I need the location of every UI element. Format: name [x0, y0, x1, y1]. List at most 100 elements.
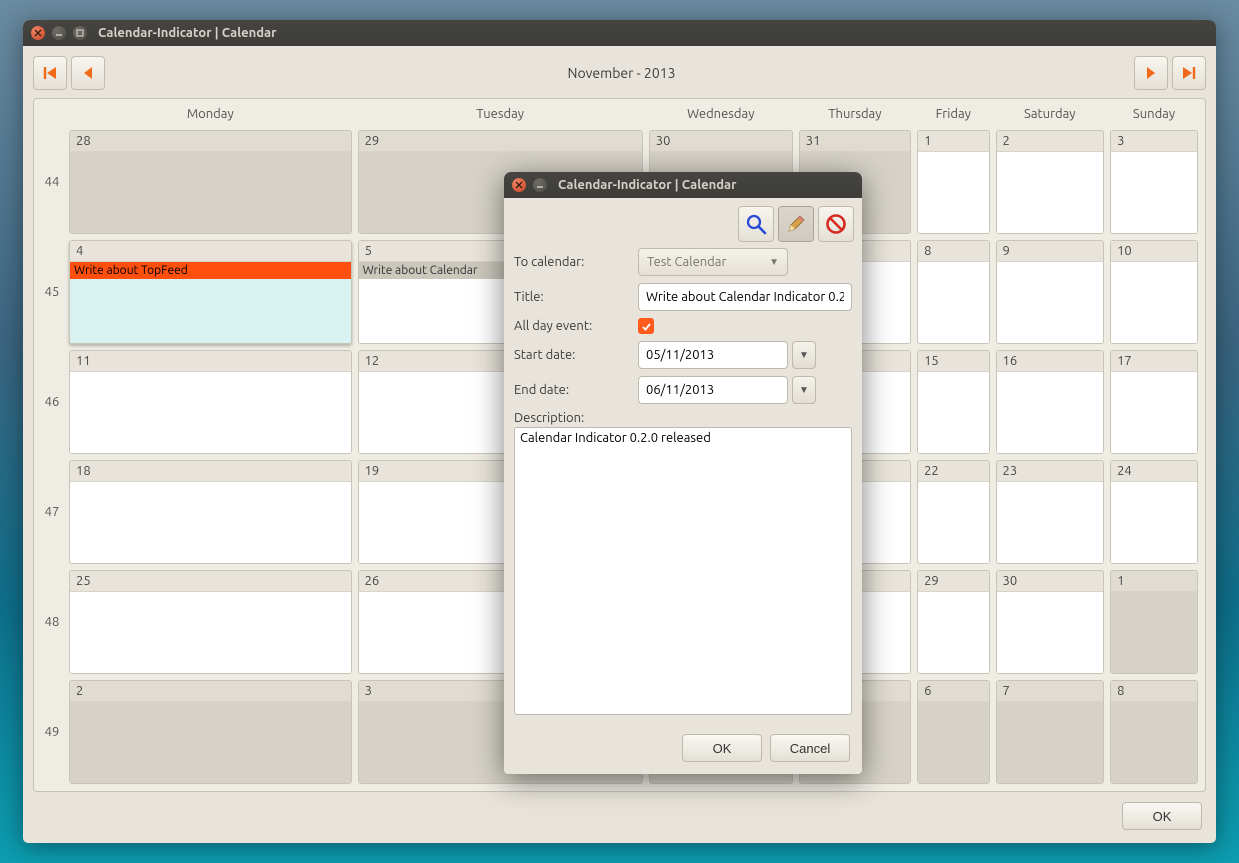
day-number: 8	[1111, 681, 1197, 702]
day-number: 30	[650, 131, 792, 152]
day-cell[interactable]: 1	[1110, 570, 1198, 674]
week-number: 46	[38, 347, 66, 457]
end-date-picker-button[interactable]: ▼	[792, 376, 816, 404]
day-cell[interactable]: 6	[917, 680, 989, 784]
delete-button[interactable]	[818, 206, 854, 242]
day-number: 3	[1111, 131, 1197, 152]
day-cell[interactable]: 1	[917, 130, 989, 234]
minimize-icon[interactable]	[52, 26, 66, 40]
to-calendar-label: To calendar:	[514, 255, 626, 269]
edit-button[interactable]	[778, 206, 814, 242]
week-number: 47	[38, 457, 66, 567]
day-cell[interactable]: 3	[1110, 130, 1198, 234]
day-cell[interactable]: 30	[996, 570, 1105, 674]
nav-next-button[interactable]	[1134, 56, 1168, 90]
minimize-icon[interactable]	[533, 178, 547, 192]
day-cell[interactable]: 16	[996, 350, 1105, 454]
calendar-select[interactable]: Test Calendar ▼	[638, 248, 788, 276]
description-textarea[interactable]	[514, 427, 852, 715]
nav-last-button[interactable]	[1172, 56, 1206, 90]
day-number: 8	[918, 241, 988, 262]
day-header: Monday	[66, 103, 355, 127]
day-number: 9	[997, 241, 1104, 262]
day-number: 29	[359, 131, 642, 152]
day-number: 30	[997, 571, 1104, 592]
day-cell[interactable]: 18	[69, 460, 352, 564]
day-cell[interactable]: 7	[996, 680, 1105, 784]
nav-toolbar: November - 2013	[33, 52, 1206, 94]
week-number: 44	[38, 127, 66, 237]
week-number: 48	[38, 567, 66, 677]
main-ok-button[interactable]: OK	[1122, 802, 1202, 830]
day-cell[interactable]: 17	[1110, 350, 1198, 454]
day-cell[interactable]: 23	[996, 460, 1105, 564]
end-date-label: End date:	[514, 383, 626, 397]
day-number: 11	[70, 351, 351, 372]
dialog-cancel-button[interactable]: Cancel	[770, 734, 850, 762]
day-number: 16	[997, 351, 1104, 372]
day-number: 31	[800, 131, 910, 152]
description-label: Description:	[514, 411, 852, 425]
close-icon[interactable]	[512, 178, 526, 192]
day-header: Thursday	[796, 103, 914, 127]
event-form: To calendar: Test Calendar ▼ Title: All …	[504, 248, 862, 724]
day-number: 25	[70, 571, 351, 592]
week-number: 49	[38, 677, 66, 787]
close-icon[interactable]	[31, 26, 45, 40]
day-number: 18	[70, 461, 351, 482]
day-cell[interactable]: 2	[996, 130, 1105, 234]
start-date-picker-button[interactable]: ▼	[792, 341, 816, 369]
day-number: 6	[918, 681, 988, 702]
all-day-label: All day event:	[514, 319, 626, 333]
main-titlebar: Calendar-Indicator | Calendar	[23, 20, 1216, 46]
day-cell[interactable]: 10	[1110, 240, 1198, 344]
day-header: Tuesday	[355, 103, 646, 127]
day-cell[interactable]: 25	[69, 570, 352, 674]
day-cell[interactable]: 2	[69, 680, 352, 784]
title-input[interactable]	[638, 283, 852, 311]
day-number: 10	[1111, 241, 1197, 262]
end-date-input[interactable]	[638, 376, 788, 404]
day-cell[interactable]: 11	[69, 350, 352, 454]
day-number: 17	[1111, 351, 1197, 372]
day-number: 15	[918, 351, 988, 372]
day-cell[interactable]: 22	[917, 460, 989, 564]
day-number: 4	[70, 241, 351, 262]
day-cell[interactable]: 4 Write about TopFeed	[69, 240, 352, 344]
day-cell[interactable]: 24	[1110, 460, 1198, 564]
dialog-titlebar: Calendar-Indicator | Calendar	[504, 172, 862, 198]
day-number: 24	[1111, 461, 1197, 482]
day-number: 28	[70, 131, 351, 152]
dialog-title: Calendar-Indicator | Calendar	[558, 178, 736, 192]
day-number: 23	[997, 461, 1104, 482]
title-label: Title:	[514, 290, 626, 304]
nav-prev-button[interactable]	[71, 56, 105, 90]
start-date-label: Start date:	[514, 348, 626, 362]
day-number: 2	[997, 131, 1104, 152]
day-cell[interactable]: 8	[917, 240, 989, 344]
dialog-toolbar	[504, 198, 862, 248]
maximize-icon[interactable]	[73, 26, 87, 40]
day-number: 1	[1111, 571, 1197, 592]
day-number: 2	[70, 681, 351, 702]
start-date-input[interactable]	[638, 341, 788, 369]
chevron-down-icon: ▼	[769, 256, 779, 268]
day-header: Saturday	[993, 103, 1108, 127]
day-number: 22	[918, 461, 988, 482]
month-label: November - 2013	[109, 65, 1134, 81]
calendar-event[interactable]: Write about TopFeed	[70, 262, 351, 279]
day-cell[interactable]: 28	[69, 130, 352, 234]
search-button[interactable]	[738, 206, 774, 242]
day-header: Wednesday	[646, 103, 796, 127]
day-cell[interactable]: 15	[917, 350, 989, 454]
week-number: 45	[38, 237, 66, 347]
day-number: 29	[918, 571, 988, 592]
day-cell[interactable]: 8	[1110, 680, 1198, 784]
day-cell[interactable]: 9	[996, 240, 1105, 344]
all-day-checkbox[interactable]	[638, 318, 654, 334]
dialog-ok-button[interactable]: OK	[682, 734, 762, 762]
nav-first-button[interactable]	[33, 56, 67, 90]
day-header: Sunday	[1107, 103, 1201, 127]
day-header: Friday	[914, 103, 992, 127]
day-cell[interactable]: 29	[917, 570, 989, 674]
